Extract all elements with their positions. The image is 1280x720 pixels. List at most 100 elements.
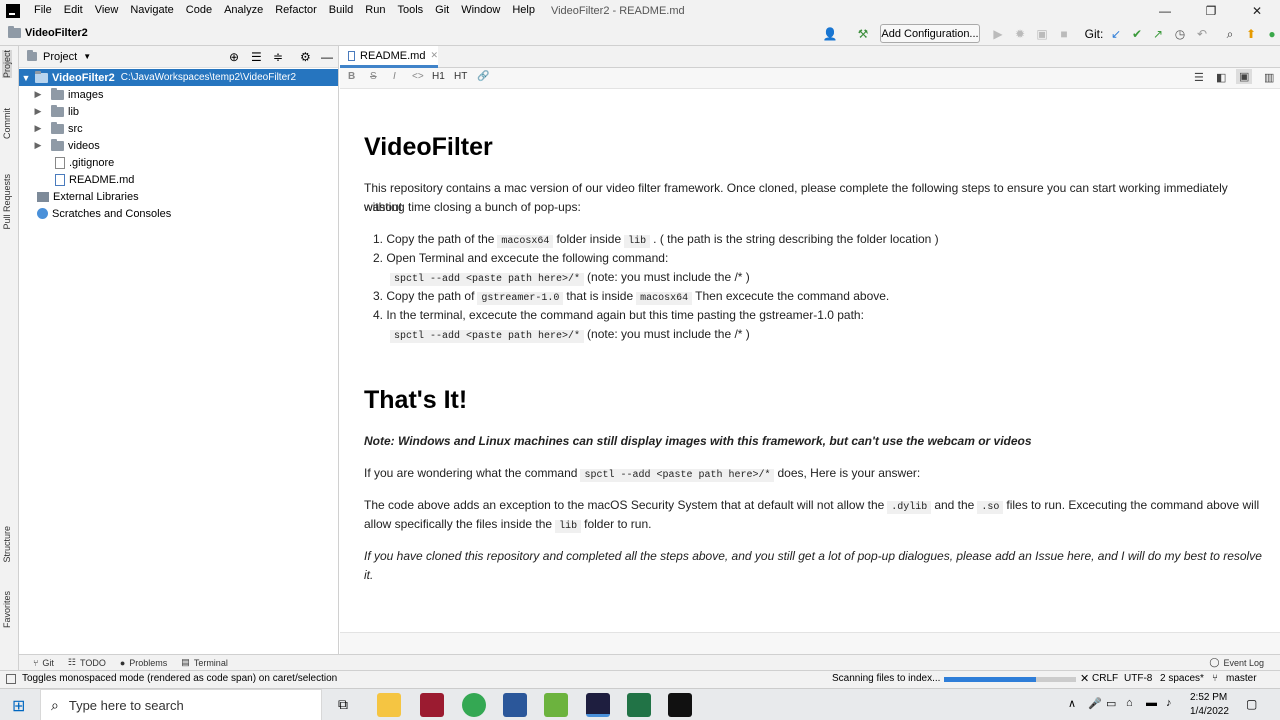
tree-item-videos[interactable]: ▶ videos [19,137,338,154]
windows-start-icon[interactable]: ⊞ [12,696,25,716]
volume-icon[interactable]: ♪ [1166,697,1172,709]
menu-file[interactable]: File [28,0,58,21]
project-tool-tab[interactable]: Project [2,50,12,79]
app-icon[interactable] [420,693,444,717]
chevron-down-icon[interactable]: ▼ [83,52,91,61]
menu-refactor[interactable]: Refactor [269,0,323,21]
git-tool-button[interactable]: ⑂ Git [33,658,54,668]
notepad-icon[interactable] [544,693,568,717]
hide-panel-icon[interactable]: — [321,50,333,64]
editor-only-icon[interactable]: ☰ [1194,71,1204,84]
ide-features-icon[interactable]: ● [1264,26,1280,42]
tree-item-gitignore[interactable]: .gitignore [19,154,338,171]
taskbar-search-box[interactable]: ⌕ Type here to search [40,689,322,720]
chevron-right-icon[interactable]: ▶ [33,106,43,117]
tab-readme[interactable]: README.md ✕ [340,46,438,68]
tree-item-lib[interactable]: ▶ lib [19,103,338,120]
todo-tool-button[interactable]: ☷ TODO [68,657,106,668]
structure-tool-tab[interactable]: Structure [2,526,12,563]
git-push-icon[interactable]: ↗ [1150,26,1166,42]
git-update-icon[interactable]: ↙ [1108,26,1124,42]
debug-icon[interactable]: ✹ [1012,26,1028,42]
tree-item-src[interactable]: ▶ src [19,120,338,137]
minimize-icon[interactable]: — [1142,0,1188,21]
terminal-app-icon[interactable] [668,693,692,717]
collapse-all-icon[interactable]: ≑ [273,50,283,64]
header-text-button[interactable]: HT [454,71,467,82]
problems-tool-button[interactable]: ● Problems [120,658,167,668]
chevron-right-icon[interactable]: ▶ [33,89,43,100]
file-explorer-icon[interactable] [377,693,401,717]
git-commit-icon[interactable]: ✔ [1129,26,1145,42]
tree-item-readme[interactable]: README.md [19,171,338,188]
cancel-indexing-icon[interactable]: ✕ [1080,672,1089,685]
tree-item-scratches[interactable]: Scratches and Consoles [19,205,338,222]
word-icon[interactable] [503,693,527,717]
line-separator[interactable]: CRLF [1092,673,1118,684]
menu-build[interactable]: Build [323,0,359,21]
menu-run[interactable]: Run [359,0,391,21]
add-configuration-button[interactable]: Add Configuration... [880,24,980,43]
tree-item-root[interactable]: ▼ VideoFilter2 C:\JavaWorkspaces\temp2\V… [19,69,338,86]
file-encoding[interactable]: UTF-8 [1124,673,1152,684]
bold-button[interactable]: B [348,71,355,82]
clock-time[interactable]: 2:52 PM [1190,692,1227,703]
menu-navigate[interactable]: Navigate [124,0,179,21]
git-branch[interactable]: master [1226,673,1257,684]
chrome-icon[interactable] [462,693,486,717]
menu-help[interactable]: Help [506,0,541,21]
more-icon[interactable]: ▥ [1264,71,1274,84]
close-tab-icon[interactable]: ✕ [430,50,438,61]
split-view-icon[interactable]: ◧ [1216,71,1226,84]
commit-tool-tab[interactable]: Commit [2,108,12,139]
breadcrumb[interactable]: VideoFilter2 [4,26,88,39]
preview-only-icon[interactable]: ▣ [1236,69,1253,84]
microphone-icon[interactable]: 🎤 [1088,697,1102,710]
italic-button[interactable]: I [393,71,396,82]
clock-date[interactable]: 1/4/2022 [1190,706,1229,717]
strikethrough-button[interactable]: S [370,71,377,82]
excel-icon[interactable] [627,693,651,717]
pull-requests-tool-tab[interactable]: Pull Requests [2,174,12,230]
run-icon[interactable]: ▶ [990,26,1006,42]
chevron-right-icon[interactable]: ▶ [33,140,43,151]
code-span-button[interactable]: <> [412,71,424,82]
network-icon[interactable]: ⌂ [1126,697,1133,709]
menu-window[interactable]: Window [455,0,506,21]
heading-button[interactable]: H1 [432,71,445,82]
task-view-icon[interactable]: ⧉ [338,696,348,713]
tray-chevron-icon[interactable]: ∧ [1068,697,1076,710]
menu-tools[interactable]: Tools [391,0,429,21]
expand-all-icon[interactable]: ☰ [251,50,262,64]
favorites-tool-tab[interactable]: Favorites [2,591,12,628]
project-panel-title[interactable]: Project [43,51,77,63]
terminal-tool-button[interactable]: ▤ Terminal [181,657,228,668]
menu-view[interactable]: View [89,0,125,21]
history-icon[interactable]: ◷ [1172,26,1188,42]
battery-icon[interactable]: ▬ [1146,697,1157,709]
locate-icon[interactable]: ⊕ [229,50,239,64]
chevron-right-icon[interactable]: ▶ [33,123,43,134]
menu-git[interactable]: Git [429,0,455,21]
indent-setting[interactable]: 2 spaces* [1160,673,1204,684]
menu-analyze[interactable]: Analyze [218,0,269,21]
restore-icon[interactable]: ❐ [1188,0,1234,21]
search-icon[interactable]: ⌕ [1222,26,1238,42]
menu-code[interactable]: Code [180,0,218,21]
display-icon[interactable]: ▭ [1106,697,1116,710]
rollback-icon[interactable]: ↶ [1194,26,1210,42]
tree-item-external-libraries[interactable]: External Libraries [19,188,338,205]
event-log-button[interactable]: ◯ Event Log [1209,657,1264,668]
intellij-taskbar-icon[interactable] [586,693,610,717]
link-icon[interactable]: 🔗 [477,71,489,82]
tree-item-images[interactable]: ▶ images [19,86,338,103]
notification-icon[interactable]: ▢ [1246,697,1257,711]
stop-icon[interactable]: ■ [1056,26,1072,42]
gear-icon[interactable]: ⚙ [300,50,311,64]
status-toggle-icon[interactable] [6,674,16,684]
update-icon[interactable]: ⬆ [1243,26,1259,42]
build-hammer-icon[interactable]: ⚒ [855,26,871,42]
coverage-icon[interactable]: ▣ [1034,26,1050,42]
menu-edit[interactable]: Edit [58,0,89,21]
user-icon[interactable]: 👤 [822,26,838,42]
